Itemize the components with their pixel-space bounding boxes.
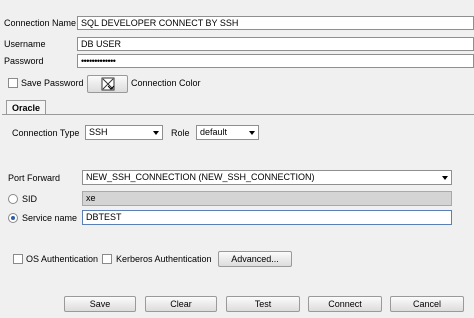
service-name-radio[interactable] xyxy=(8,213,18,223)
sid-radio[interactable] xyxy=(8,194,18,204)
test-button[interactable]: Test xyxy=(226,296,300,312)
chevron-down-icon xyxy=(153,131,159,135)
connection-color-label: Connection Color xyxy=(131,78,201,88)
port-forward-select[interactable]: NEW_SSH_CONNECTION (NEW_SSH_CONNECTION) xyxy=(82,170,452,185)
chevron-down-icon xyxy=(249,131,255,135)
connection-type-value: SSH xyxy=(89,127,108,137)
sid-label: SID xyxy=(22,194,38,204)
port-forward-value: NEW_SSH_CONNECTION (NEW_SSH_CONNECTION) xyxy=(86,172,315,182)
color-picker-icon xyxy=(101,77,115,91)
clear-button[interactable]: Clear xyxy=(145,296,217,312)
save-button[interactable]: Save xyxy=(64,296,136,312)
advanced-button[interactable]: Advanced... xyxy=(218,251,292,267)
connection-color-button[interactable] xyxy=(87,75,128,93)
connect-button[interactable]: Connect xyxy=(308,296,382,312)
role-select[interactable]: default xyxy=(196,125,259,140)
os-authentication-checkbox[interactable] xyxy=(13,254,23,264)
os-authentication-label: OS Authentication xyxy=(26,254,99,264)
save-password-label: Save Password xyxy=(21,78,84,88)
connection-type-label: Connection Type xyxy=(12,128,80,138)
port-forward-label: Port Forward xyxy=(8,173,61,183)
username-label: Username xyxy=(4,39,46,49)
role-label: Role xyxy=(171,128,190,138)
kerberos-authentication-checkbox[interactable] xyxy=(102,254,112,264)
connection-name-label: Connection Name xyxy=(4,18,77,28)
role-value: default xyxy=(200,127,228,137)
kerberos-authentication-label: Kerberos Authentication xyxy=(116,254,212,264)
password-label: Password xyxy=(4,56,44,66)
service-name-input[interactable]: DBTEST xyxy=(82,210,452,225)
connection-name-input[interactable]: SQL DEVELOPER CONNECT BY SSH xyxy=(77,16,474,30)
save-password-checkbox[interactable] xyxy=(8,78,18,88)
service-name-label: Service name xyxy=(22,213,78,223)
connection-type-select[interactable]: SSH xyxy=(85,125,163,140)
sid-input[interactable]: xe xyxy=(82,191,452,206)
username-input[interactable]: DB USER xyxy=(77,37,474,51)
chevron-down-icon xyxy=(442,176,448,180)
password-input[interactable]: ••••••••••••• xyxy=(77,54,474,68)
cancel-button[interactable]: Cancel xyxy=(390,296,464,312)
tab-oracle[interactable]: Oracle xyxy=(6,100,46,115)
